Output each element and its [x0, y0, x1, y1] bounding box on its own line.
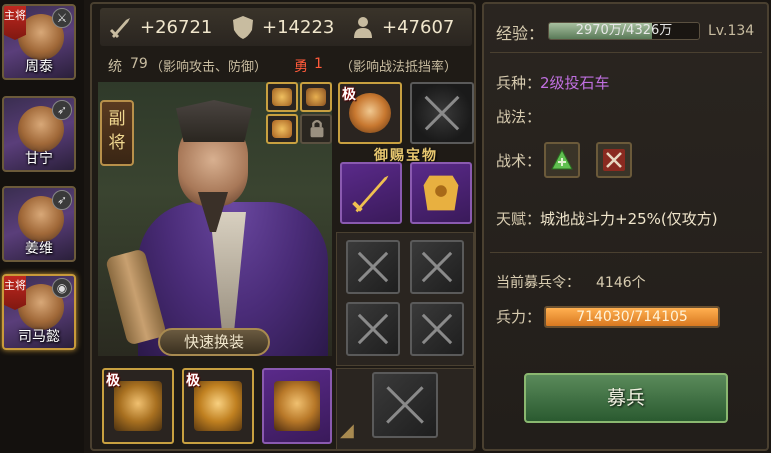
hero-card-simayi[interactable]: 主将 ◉ 司马懿 [2, 274, 76, 350]
locked-slot [300, 114, 332, 144]
skill-icon [272, 87, 292, 107]
mount-slot[interactable]: 极 [338, 82, 402, 144]
divider [490, 252, 762, 253]
item-slot-2[interactable]: 极 [182, 368, 254, 444]
hero-name: 周泰 [25, 59, 53, 75]
golden-sword-icon [352, 175, 389, 213]
shield-icon [233, 16, 253, 39]
troops-value: +47607 [382, 16, 455, 38]
sword-icon: ⚔ [52, 8, 72, 28]
bow-icon: ➶ [52, 190, 72, 210]
green-triangle-icon [551, 148, 573, 170]
hero-hat [176, 100, 252, 142]
cannon-icon: ◉ [52, 278, 72, 298]
troop-text: 714030/714105 [576, 309, 688, 325]
unit-label: 兵种： [496, 74, 542, 92]
main-general-tag: 主将 [4, 276, 26, 310]
skill-slot-3[interactable] [266, 114, 298, 144]
equip-slot-3[interactable] [346, 302, 400, 356]
command-note: （影响攻击、防御） [150, 60, 268, 75]
troop-label: 兵力： [496, 308, 542, 326]
golden-dragon-icon [194, 380, 242, 432]
rarity-tag: 极 [342, 87, 356, 103]
item-slot-1[interactable]: 极 [102, 368, 174, 444]
brave-value: 1 [314, 56, 323, 72]
talent-value: 城池战斗力+25%(仅攻方) [540, 210, 718, 228]
skill-slot-1[interactable] [266, 82, 298, 112]
hero-name: 姜维 [25, 241, 53, 257]
brave-label: 勇 [294, 59, 308, 75]
attribute-row: 统 79 （影响攻击、防御） 勇 1 （影响战法抵挡率） [100, 50, 472, 80]
divider [490, 52, 762, 53]
hero-name: 甘宁 [25, 151, 53, 167]
recruit-order-value: 4146个 [596, 275, 646, 291]
golden-armor-icon [423, 175, 459, 211]
defense-stat: +14223 [230, 14, 334, 40]
golden-mask-icon [273, 380, 321, 432]
crossed-swords-red-icon [603, 149, 625, 171]
hero-card-ganning[interactable]: ➶ 甘宁 [2, 96, 76, 172]
defense-value: +14223 [262, 16, 335, 38]
quick-swap-button[interactable]: 快速换装 [158, 328, 270, 356]
tactic-slot-1[interactable] [544, 142, 580, 178]
role-badge: 副 将 [100, 100, 134, 166]
empty-mount-slot[interactable] [410, 82, 474, 144]
exp-label: 经验： [496, 24, 545, 43]
soldier-icon [354, 17, 372, 38]
unit-value: 2级投石车 [540, 74, 610, 92]
troops-stat: +47607 [350, 14, 454, 40]
recruit-order-label: 当前募兵令： [496, 275, 580, 291]
level-label: Lv.134 [708, 23, 755, 39]
treasure-slot-armor[interactable] [410, 162, 472, 224]
hero-card-zhoutai[interactable]: 主将 ⚔ 周泰 [2, 4, 76, 80]
expand-arrow-icon[interactable]: ◢ [340, 420, 364, 442]
command-label: 统 [108, 59, 122, 75]
hero-name: 司马懿 [18, 329, 60, 345]
treasure-slot-sword[interactable] [340, 162, 402, 224]
item-slot-3[interactable] [262, 368, 332, 444]
rarity-tag: 极 [186, 373, 200, 389]
exp-text: 2970万/4326万 [575, 23, 673, 38]
equip-slot-main[interactable] [372, 372, 438, 438]
attack-stat: +26721 [108, 14, 212, 40]
tactic-slot-2[interactable] [596, 142, 632, 178]
skill-icon [306, 87, 326, 107]
hero-card-jiangwei[interactable]: ➶ 姜维 [2, 186, 76, 262]
main-general-tag: 主将 [4, 6, 26, 40]
treasure-title: 御赐宝物 [374, 148, 438, 164]
golden-general-icon [114, 380, 162, 432]
stats-bar: +26721 +14223 +47607 [100, 8, 472, 46]
bow-icon: ➶ [52, 100, 72, 120]
skill-slot-2[interactable] [300, 82, 332, 112]
equip-slot-4[interactable] [410, 302, 464, 356]
talent-label: 天赋： [496, 210, 542, 228]
tactic-label: 战术： [496, 152, 542, 170]
equip-slot-2[interactable] [410, 240, 464, 294]
skill-label: 战法： [496, 108, 542, 126]
attack-icon [109, 18, 130, 39]
attack-value: +26721 [140, 16, 213, 38]
skill-icon [272, 119, 292, 139]
lock-icon [310, 120, 324, 138]
command-value: 79 [130, 56, 148, 72]
rarity-tag: 极 [106, 373, 120, 389]
brave-note: （影响战法抵挡率） [340, 60, 458, 75]
hero-roster: 主将 ⚔ 周泰 ➶ 甘宁 ➶ 姜维 主将 ◉ 司马懿 [0, 0, 84, 453]
recruit-button[interactable]: 募兵 [524, 373, 728, 423]
equip-slot-1[interactable] [346, 240, 400, 294]
